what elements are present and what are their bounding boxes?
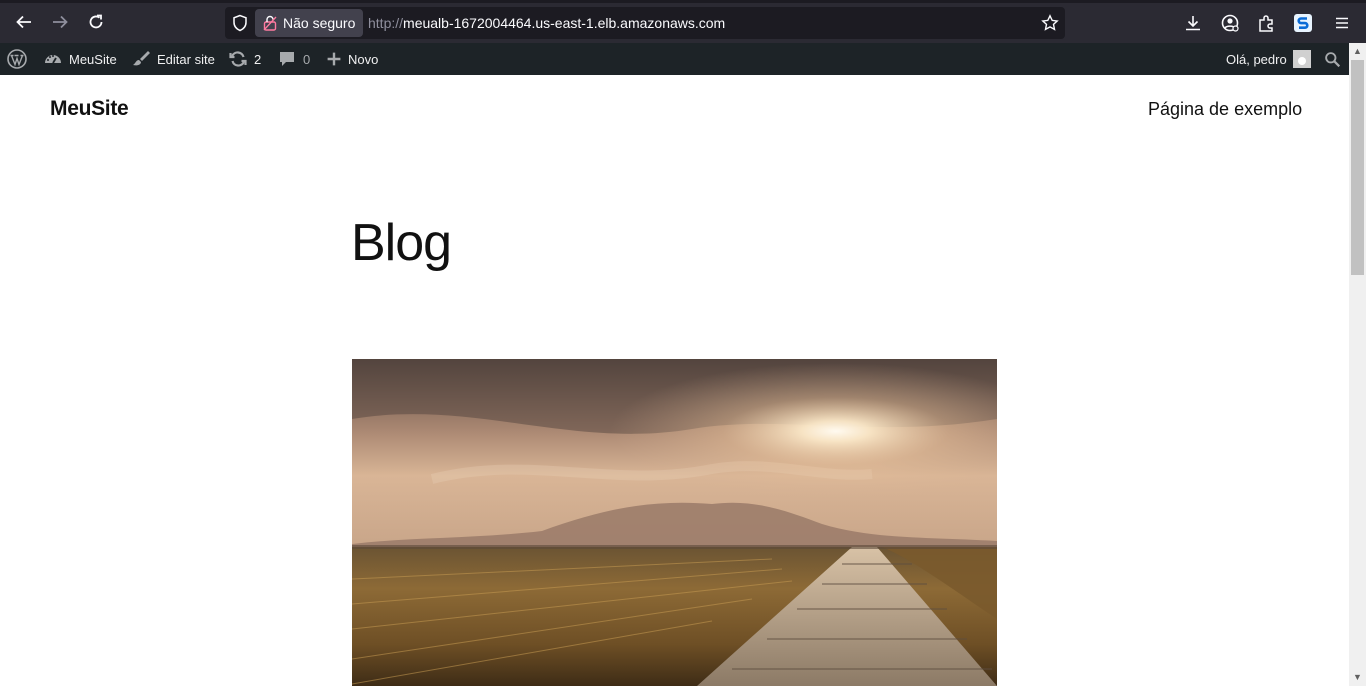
- extensions-icon[interactable]: [1256, 13, 1276, 33]
- search-icon: [1325, 51, 1341, 67]
- my-account-menu[interactable]: Olá, pedro: [1226, 43, 1311, 75]
- nav-link-sample-page[interactable]: Página de exemplo: [1148, 99, 1302, 120]
- back-icon: [16, 15, 31, 29]
- forward-button[interactable]: [47, 9, 73, 35]
- lock-broken-icon: [263, 15, 277, 31]
- comments-count: 0: [303, 51, 311, 67]
- reload-button[interactable]: [83, 9, 109, 35]
- url-text[interactable]: http://meualb-1672004464.us-east-1.elb.a…: [368, 15, 725, 31]
- dashboard-icon: [45, 55, 61, 64]
- comment-icon: [280, 52, 294, 66]
- url-host: meualb-1672004464.us-east-1.elb.amazonaw…: [403, 15, 726, 31]
- site-name-label: MeuSite: [69, 51, 117, 67]
- reload-icon: [89, 14, 103, 29]
- scroll-up-arrow[interactable]: ▲: [1352, 46, 1363, 56]
- wp-admin-bar: MeuSite Editar site 2 0 Novo Olá, pedro: [0, 43, 1349, 75]
- url-scheme: http://: [368, 15, 404, 31]
- wp-logo-menu[interactable]: [7, 43, 33, 75]
- new-content-menu[interactable]: Novo: [326, 43, 378, 75]
- site-title[interactable]: MeuSite: [50, 97, 129, 121]
- greeting-label: Olá, pedro: [1226, 51, 1287, 67]
- comments-link[interactable]: 0: [277, 43, 310, 75]
- address-bar[interactable]: Não seguro http://meualb-1672004464.us-e…: [225, 7, 1065, 39]
- updates-link[interactable]: 2: [228, 43, 261, 75]
- account-icon[interactable]: [1220, 13, 1240, 33]
- browser-toolbar: Não seguro http://meualb-1672004464.us-e…: [0, 0, 1366, 43]
- avatar: [1292, 50, 1311, 68]
- updates-count: 2: [254, 51, 262, 67]
- admin-search[interactable]: [1324, 43, 1347, 75]
- sunset-field-image: [352, 359, 997, 686]
- edit-site-link[interactable]: Editar site: [131, 43, 215, 75]
- scrollbar-thumb[interactable]: [1351, 60, 1364, 275]
- plus-icon: [327, 52, 341, 66]
- bookmark-star-icon[interactable]: [1041, 14, 1059, 32]
- security-indicator[interactable]: Não seguro: [255, 9, 364, 37]
- updates-icon: [229, 51, 247, 67]
- paintbrush-icon: [133, 51, 150, 66]
- download-icon[interactable]: [1183, 13, 1203, 33]
- scroll-down-arrow[interactable]: ▼: [1352, 672, 1363, 682]
- new-label: Novo: [348, 51, 379, 67]
- shield-icon[interactable]: [231, 14, 249, 32]
- edit-site-label: Editar site: [157, 51, 215, 67]
- page-title: Blog: [351, 214, 452, 272]
- wordpress-icon: [7, 49, 27, 69]
- security-label: Não seguro: [283, 15, 356, 31]
- menu-icon[interactable]: [1332, 13, 1352, 33]
- forward-icon: [53, 15, 68, 29]
- back-button[interactable]: [11, 9, 37, 35]
- extension-s-icon[interactable]: [1293, 13, 1313, 33]
- site-name-menu[interactable]: MeuSite: [43, 43, 117, 75]
- featured-image[interactable]: [352, 359, 997, 686]
